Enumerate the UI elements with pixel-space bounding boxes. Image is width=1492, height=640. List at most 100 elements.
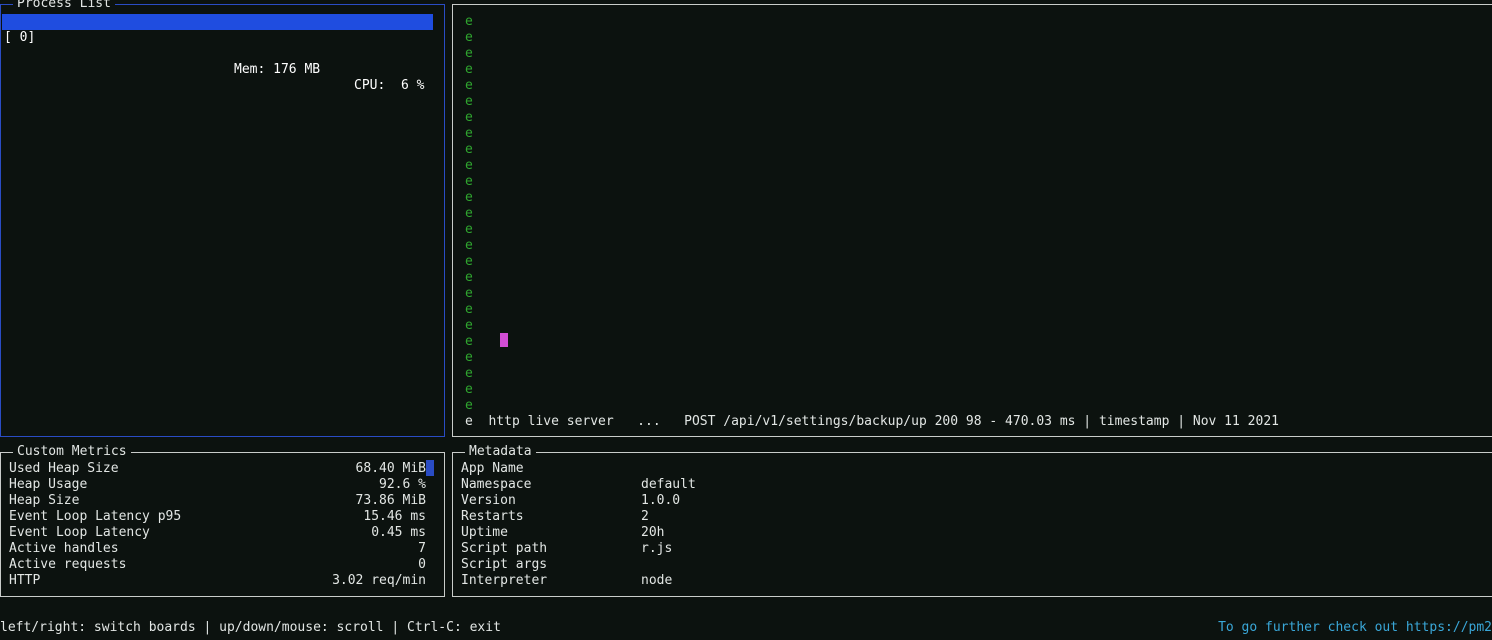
log-line: e bbox=[465, 302, 473, 318]
metric-value: 68.40 MiB bbox=[355, 461, 426, 476]
metric-row: Event Loop Latency p95 15.46 ms bbox=[1, 509, 444, 525]
metric-label: Active requests bbox=[9, 557, 127, 572]
log-line: e bbox=[465, 78, 473, 94]
metric-label: Active handles bbox=[9, 541, 119, 556]
metadata-label: Version bbox=[461, 493, 516, 508]
log-prefix: e bbox=[465, 334, 473, 349]
process-row-selected[interactable]: [ 0] Mem: 176 MB CPU: 6 % bbox=[2, 14, 433, 93]
metric-row: HTTP 3.02 req/min bbox=[1, 573, 444, 589]
pm2-promo-link[interactable]: To go further check out https://pm2 bbox=[1218, 620, 1492, 636]
custom-metrics-title: Custom Metrics bbox=[13, 444, 131, 460]
metadata-label: Script args bbox=[461, 557, 548, 572]
metric-label: Event Loop Latency p95 bbox=[9, 509, 182, 524]
metadata-label: Restarts bbox=[461, 509, 524, 524]
log-line: e bbox=[465, 382, 473, 398]
process-mem: Mem: 176 MB bbox=[234, 62, 321, 77]
log-prefix: e bbox=[465, 350, 473, 365]
log-line: e bbox=[465, 30, 473, 46]
metadata-panel: Metadata App Name Namespace default Version… bbox=[452, 444, 1492, 597]
logs-panel[interactable]: eeeeeeeeeeeeeeeeeeeeeeeeee http live ser… bbox=[452, 4, 1492, 437]
log-line: e bbox=[465, 366, 473, 382]
log-line: e bbox=[465, 142, 473, 158]
log-prefix: e bbox=[465, 78, 473, 93]
process-cpu: CPU: 6 % bbox=[354, 78, 425, 93]
metadata-row: Version 1.0.0 bbox=[453, 493, 1492, 509]
log-line: e bbox=[465, 270, 473, 286]
log-prefix: e bbox=[465, 30, 473, 45]
metadata-label: Interpreter bbox=[461, 573, 548, 588]
log-prefix: e bbox=[465, 286, 473, 301]
metric-row: Active requests 0 bbox=[1, 557, 444, 573]
metric-value: 0.45 ms bbox=[371, 525, 426, 540]
log-line: e bbox=[465, 318, 473, 334]
metadata-label: Script path bbox=[461, 541, 548, 556]
log-prefix: e bbox=[465, 94, 473, 109]
log-line: e bbox=[465, 286, 473, 302]
metric-value: 7 bbox=[418, 541, 426, 556]
process-list-panel: Process List [ 0] Mem: 176 MB CPU: 6 % bbox=[0, 0, 445, 437]
log-prefix: e bbox=[465, 110, 473, 125]
log-line: e bbox=[465, 398, 473, 414]
metadata-value: node bbox=[641, 573, 673, 588]
terminal-cursor bbox=[500, 333, 508, 347]
metadata-label: App Name bbox=[461, 461, 524, 476]
metric-value: 92.6 % bbox=[379, 477, 426, 492]
log-prefix: e bbox=[465, 14, 473, 29]
metric-row: Active handles 7 bbox=[1, 541, 444, 557]
metadata-row: Interpreter node bbox=[453, 573, 1492, 589]
log-line: e bbox=[465, 238, 473, 254]
log-prefix: e bbox=[465, 270, 473, 285]
metric-label: Heap Size bbox=[9, 493, 80, 508]
log-line: e bbox=[465, 46, 473, 62]
log-line: e bbox=[465, 174, 473, 190]
metric-label: Heap Usage bbox=[9, 477, 88, 492]
log-prefix: e bbox=[465, 174, 473, 189]
metric-row: Event Loop Latency 0.45 ms bbox=[1, 525, 444, 541]
log-line: e bbox=[465, 110, 473, 126]
metric-row: Used Heap Size 68.40 MiB bbox=[1, 461, 444, 477]
log-line-last: e http live server ... POST /api/v1/sett… bbox=[465, 414, 1279, 429]
log-line: e bbox=[465, 62, 473, 78]
log-prefix: e bbox=[465, 206, 473, 221]
log-prefix: e bbox=[465, 366, 473, 381]
metric-row: Heap Size 73.86 MiB bbox=[1, 493, 444, 509]
log-prefix: e bbox=[465, 398, 473, 413]
log-prefix: e bbox=[465, 46, 473, 61]
log-line: e bbox=[465, 350, 473, 366]
metadata-row: Script args bbox=[453, 557, 1492, 573]
metadata-value: 1.0.0 bbox=[641, 493, 681, 508]
log-prefix: e bbox=[465, 126, 473, 141]
log-prefix: e bbox=[465, 302, 473, 317]
process-index: [ 0] bbox=[4, 30, 36, 45]
log-prefix: e bbox=[465, 222, 473, 237]
log-prefix: e bbox=[465, 382, 473, 397]
log-line: e bbox=[465, 14, 473, 30]
process-list-title: Process List bbox=[13, 0, 115, 12]
log-line: e bbox=[465, 94, 473, 110]
log-prefix: e bbox=[465, 142, 473, 157]
log-line: e bbox=[465, 206, 473, 222]
metadata-title: Metadata bbox=[465, 444, 536, 460]
metadata-label: Uptime bbox=[461, 525, 508, 540]
log-prefix: e bbox=[465, 62, 473, 77]
log-line: e bbox=[465, 158, 473, 174]
log-line: e bbox=[465, 126, 473, 142]
metric-value: 3.02 req/min bbox=[332, 573, 426, 588]
log-prefix: e bbox=[465, 254, 473, 269]
metadata-row: App Name bbox=[453, 461, 1492, 477]
metric-row: Heap Usage 92.6 % bbox=[1, 477, 444, 493]
log-line: e bbox=[465, 254, 473, 270]
log-prefix: e bbox=[465, 190, 473, 205]
log-prefix: e bbox=[465, 318, 473, 333]
metric-label: Used Heap Size bbox=[9, 461, 119, 476]
metadata-value: 2 bbox=[641, 509, 649, 524]
metadata-row: Uptime 20h bbox=[453, 525, 1492, 541]
log-line: e bbox=[465, 190, 473, 206]
metadata-value: default bbox=[641, 477, 696, 492]
metadata-row: Namespace default bbox=[453, 477, 1492, 493]
metadata-value: r.js bbox=[641, 541, 673, 556]
metric-value: 15.46 ms bbox=[363, 509, 426, 524]
metric-label: HTTP bbox=[9, 573, 41, 588]
log-prefix: e bbox=[465, 158, 473, 173]
metadata-value: 20h bbox=[641, 525, 665, 540]
